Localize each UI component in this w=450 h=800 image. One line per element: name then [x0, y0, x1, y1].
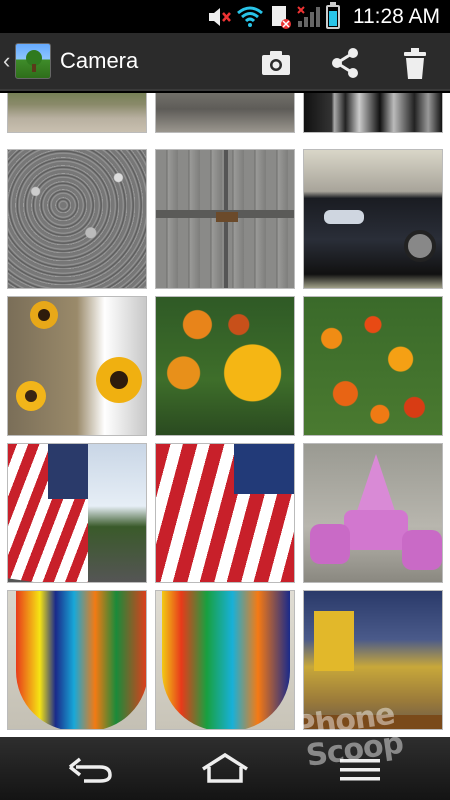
camera-icon[interactable] — [256, 43, 296, 83]
share-icon[interactable] — [325, 43, 365, 83]
trash-icon[interactable] — [395, 43, 435, 83]
home-icon[interactable] — [195, 749, 255, 789]
photo-marigolds-1[interactable] — [155, 296, 295, 436]
mute-icon — [209, 8, 231, 26]
photo-black-eyed-susans[interactable] — [7, 296, 147, 436]
back-icon[interactable] — [60, 749, 120, 789]
photo-dark-trees[interactable] — [303, 93, 443, 133]
album-title: Camera — [60, 48, 139, 73]
photo-gravel[interactable] — [7, 149, 147, 289]
photo-stone-path[interactable] — [7, 93, 147, 133]
photo-marigolds-2[interactable] — [303, 296, 443, 436]
photo-flag-street[interactable] — [7, 443, 147, 583]
wifi-icon — [237, 6, 263, 27]
photo-balloon-2[interactable] — [155, 590, 295, 730]
signal-icon — [297, 6, 320, 27]
photo-stone-wall[interactable] — [155, 93, 295, 133]
status-time: 11:28 AM — [352, 5, 440, 28]
photo-balloon-1[interactable] — [7, 590, 147, 730]
watermark-logo: Phone Scoop — [291, 696, 406, 774]
photo-flag-closeup[interactable] — [155, 443, 295, 583]
photo-barn-door[interactable] — [155, 149, 295, 289]
gallery-app-icon[interactable] — [15, 43, 51, 79]
photo-grid — [0, 93, 450, 737]
battery-icon — [326, 2, 340, 29]
status-bar: 11:28 AM — [0, 0, 450, 33]
up-chevron-icon[interactable]: ‹ — [3, 48, 10, 74]
action-bar: ‹ Camera — [0, 33, 450, 91]
sim-error-icon — [272, 6, 291, 29]
photo-car[interactable] — [303, 149, 443, 289]
photo-pink-toys[interactable] — [303, 443, 443, 583]
